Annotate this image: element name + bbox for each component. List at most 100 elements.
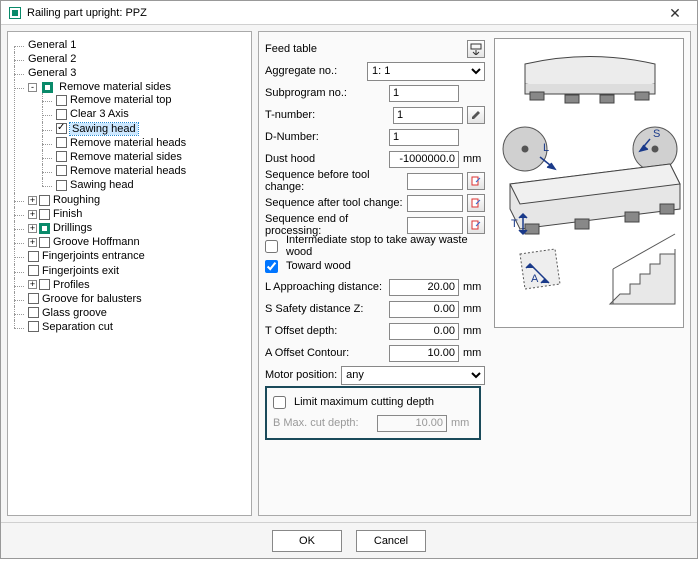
checkbox-sawing-head2[interactable] <box>56 180 67 191</box>
tree-drillings[interactable]: Drillings <box>53 222 92 234</box>
limit-group: Limit maximum cutting depth B Max. cut d… <box>265 386 481 440</box>
expander-groove-hoffmann[interactable]: + <box>28 238 37 247</box>
tree-separation-cut[interactable]: Separation cut <box>42 321 113 333</box>
s-safety-label: S Safety distance Z: <box>265 303 385 315</box>
checkbox-separation-cut[interactable] <box>28 321 39 332</box>
toward-wood-checkbox[interactable] <box>265 260 278 273</box>
dialog-body: General 1 General 2 General 3 - Remove m… <box>1 25 697 522</box>
window-title: Railing part upright: PPZ <box>27 7 147 19</box>
checkbox-finish[interactable] <box>39 209 50 220</box>
checkbox-glass-groove[interactable] <box>28 307 39 318</box>
table-down-icon <box>470 43 482 55</box>
document-edit-icon <box>471 198 481 208</box>
tree-roughing[interactable]: Roughing <box>53 194 100 206</box>
expander-profiles[interactable]: + <box>28 280 37 289</box>
tree-remove-top[interactable]: Remove material top <box>70 94 172 106</box>
tree-general2[interactable]: General 2 <box>28 53 76 65</box>
tree-panel: General 1 General 2 General 3 - Remove m… <box>7 31 252 516</box>
a-offset-input[interactable] <box>389 345 459 362</box>
tree-sawing-head[interactable]: Sawing head <box>70 123 138 135</box>
checkbox-profiles[interactable] <box>39 279 50 290</box>
expander-roughing[interactable]: + <box>28 196 37 205</box>
subprogram-input[interactable] <box>389 85 459 102</box>
limit-depth-checkbox[interactable] <box>273 396 286 409</box>
expander-drillings[interactable]: + <box>28 224 37 233</box>
diagram-s-label: S <box>653 128 660 140</box>
close-button[interactable]: ✕ <box>661 4 689 22</box>
checkbox-finger-exit[interactable] <box>28 265 39 276</box>
aggregate-select[interactable]: 1: 1 <box>367 62 485 81</box>
expander-finish[interactable]: + <box>28 210 37 219</box>
diagram-l-label: L <box>543 142 549 154</box>
seq-end-edit-button[interactable] <box>467 216 485 234</box>
checkbox-remove-heads1[interactable] <box>56 137 67 148</box>
nav-tree: General 1 General 2 General 3 - Remove m… <box>12 38 247 334</box>
dialog-footer: OK Cancel <box>1 522 697 558</box>
dnumber-input[interactable] <box>389 129 459 146</box>
motor-label: Motor position: <box>265 369 337 381</box>
seq-after-edit-button[interactable] <box>467 194 485 212</box>
feed-table-button[interactable] <box>467 40 485 58</box>
checkbox-clear3axis[interactable] <box>56 109 67 120</box>
dnumber-label: D-Number: <box>265 131 385 143</box>
seq-before-label: Sequence before tool change: <box>265 169 403 193</box>
bmax-label: B Max. cut depth: <box>273 417 373 429</box>
unit-mm: mm <box>463 281 485 293</box>
checkbox-sawing-head[interactable] <box>56 123 67 134</box>
tree-remove-sides2[interactable]: Remove material sides <box>70 151 182 163</box>
tree-glass-groove[interactable]: Glass groove <box>42 307 107 319</box>
checkbox-remove-top[interactable] <box>56 95 67 106</box>
tree-clear3axis[interactable]: Clear 3 Axis <box>70 109 129 121</box>
seq-end-input[interactable] <box>407 217 463 234</box>
document-edit-icon <box>471 220 481 230</box>
l-approach-input[interactable] <box>389 279 459 296</box>
tnumber-input[interactable] <box>393 107 463 124</box>
checkbox-roughing[interactable] <box>39 195 50 206</box>
tree-finger-entrance[interactable]: Fingerjoints entrance <box>42 251 145 263</box>
tree-remove-sides[interactable]: Remove material sides <box>59 81 171 93</box>
intermediate-stop-label: Intermediate stop to take away waste woo… <box>286 234 485 258</box>
feed-table-label: Feed table <box>265 43 463 55</box>
tree-profiles[interactable]: Profiles <box>53 279 90 291</box>
l-approach-label: L Approaching distance: <box>265 281 385 293</box>
intermediate-stop-checkbox[interactable] <box>265 240 278 253</box>
t-offset-input[interactable] <box>389 323 459 340</box>
expander-remove-sides[interactable]: - <box>28 83 37 92</box>
tree-remove-heads2[interactable]: Remove material heads <box>70 165 186 177</box>
tree-finish[interactable]: Finish <box>53 208 82 220</box>
checkbox-groove-hoffmann[interactable] <box>39 237 50 248</box>
seq-before-input[interactable] <box>407 173 463 190</box>
diagram-t-label: T <box>511 218 518 230</box>
s-safety-input[interactable] <box>389 301 459 318</box>
ok-button[interactable]: OK <box>272 530 342 552</box>
dialog-window: Railing part upright: PPZ ✕ General 1 Ge… <box>0 0 698 559</box>
tree-sawing-head2[interactable]: Sawing head <box>70 179 134 191</box>
bmax-input <box>377 415 447 432</box>
cancel-button[interactable]: Cancel <box>356 530 426 552</box>
seq-after-label: Sequence after tool change: <box>265 197 403 209</box>
checkbox-remove-sides2[interactable] <box>56 151 67 162</box>
subprogram-label: Subprogram no.: <box>265 87 385 99</box>
tree-finger-exit[interactable]: Fingerjoints exit <box>42 265 119 277</box>
tree-groove-hoffmann[interactable]: Groove Hoffmann <box>53 236 140 248</box>
checkbox-finger-entrance[interactable] <box>28 251 39 262</box>
seq-before-edit-button[interactable] <box>467 172 485 190</box>
tree-general3[interactable]: General 3 <box>28 67 76 79</box>
titlebar: Railing part upright: PPZ ✕ <box>1 1 697 25</box>
tnumber-picker-button[interactable] <box>467 106 485 124</box>
checkbox-groove-balusters[interactable] <box>28 293 39 304</box>
dusthood-input[interactable] <box>389 151 459 168</box>
tnumber-label: T-number: <box>265 109 389 121</box>
pencil-icon <box>471 110 481 120</box>
tree-general1[interactable]: General 1 <box>28 39 76 51</box>
seq-after-input[interactable] <box>407 195 463 212</box>
checkbox-remove-heads2[interactable] <box>56 165 67 176</box>
unit-mm: mm <box>463 153 485 165</box>
tree-remove-heads1[interactable]: Remove material heads <box>70 137 186 149</box>
checkbox-remove-sides[interactable] <box>42 82 53 93</box>
unit-mm: mm <box>463 325 485 337</box>
a-offset-label: A Offset Contour: <box>265 347 385 359</box>
checkbox-drillings[interactable] <box>39 223 50 234</box>
motor-select[interactable]: any <box>341 366 485 385</box>
tree-groove-balusters[interactable]: Groove for balusters <box>42 293 142 305</box>
